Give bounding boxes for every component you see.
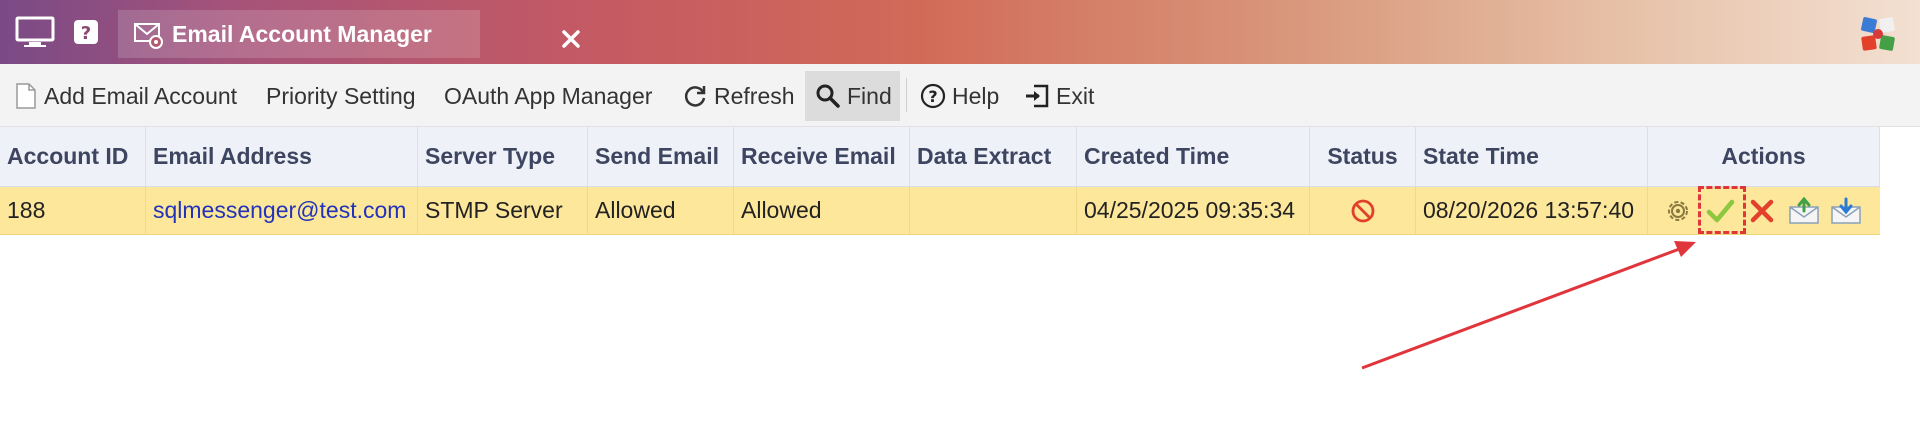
app-logo-icon <box>1858 14 1898 59</box>
cell-account-id: 188 <box>0 187 146 234</box>
grid-header: Account ID Email Address Server Type Sen… <box>0 127 1880 187</box>
annotation-highlight-box <box>1698 186 1746 234</box>
cell-server-type: STMP Server <box>418 187 588 234</box>
header-state-time[interactable]: State Time <box>1416 127 1648 186</box>
exit-icon <box>1026 84 1049 108</box>
cell-send-email: Allowed <box>588 187 734 234</box>
title-bar: ? Email Account Manager <box>0 0 1920 64</box>
cell-status <box>1310 187 1416 234</box>
search-icon <box>816 84 840 108</box>
tab-email-account-manager[interactable]: Email Account Manager <box>118 10 580 58</box>
priority-setting-label: Priority Setting <box>266 82 416 109</box>
import-icon[interactable] <box>1830 195 1862 227</box>
header-server-type[interactable]: Server Type <box>418 127 588 186</box>
cell-data-extract <box>910 187 1077 234</box>
cell-email-address[interactable]: sqlmessenger@test.com <box>146 187 418 234</box>
oauth-app-manager-label: OAuth App Manager <box>444 82 653 109</box>
add-email-account-label: Add Email Account <box>44 82 238 109</box>
find-button[interactable]: Find <box>805 71 900 121</box>
toolbar-separator <box>906 78 907 112</box>
mail-settings-icon <box>134 21 164 54</box>
cell-created-time: 04/25/2025 09:35:34 <box>1077 187 1310 234</box>
header-created-time[interactable]: Created Time <box>1077 127 1310 186</box>
export-icon[interactable] <box>1788 195 1820 227</box>
help-circle-icon: ? <box>920 83 946 109</box>
tab-title: Email Account Manager <box>172 20 432 47</box>
cell-receive-email: Allowed <box>734 187 910 234</box>
help-icon[interactable]: ? <box>72 14 100 50</box>
refresh-label: Refresh <box>714 82 795 109</box>
help-label: Help <box>952 82 1000 109</box>
header-data-extract[interactable]: Data Extract <box>910 127 1077 186</box>
exit-label: Exit <box>1056 82 1095 109</box>
toolbar: Add Email Account Priority Setting OAuth… <box>0 64 1920 127</box>
find-label: Find <box>847 82 892 109</box>
cell-state-time: 08/20/2026 13:57:40 <box>1416 187 1648 234</box>
header-email-address[interactable]: Email Address <box>146 127 418 186</box>
header-receive-email[interactable]: Receive Email <box>734 127 910 186</box>
priority-setting-button[interactable]: Priority Setting <box>266 71 416 121</box>
cell-actions <box>1648 187 1880 234</box>
settings-icon[interactable] <box>1662 195 1694 227</box>
oauth-app-manager-button[interactable]: OAuth App Manager <box>444 71 652 121</box>
refresh-button[interactable]: Refresh <box>682 71 795 121</box>
monitor-icon[interactable] <box>14 14 56 50</box>
header-status[interactable]: Status <box>1310 127 1416 186</box>
close-icon[interactable] <box>560 28 582 50</box>
add-email-account-button[interactable]: Add Email Account <box>14 71 237 121</box>
header-account-id[interactable]: Account ID <box>0 127 146 186</box>
header-send-email[interactable]: Send Email <box>588 127 734 186</box>
svg-text:?: ? <box>81 23 91 44</box>
help-button[interactable]: ? Help <box>920 71 999 121</box>
refresh-icon <box>684 86 706 107</box>
svg-text:?: ? <box>928 87 937 106</box>
disable-x-icon[interactable] <box>1746 195 1778 227</box>
disabled-icon <box>1351 199 1374 222</box>
exit-button[interactable]: Exit <box>1024 71 1094 121</box>
table-row[interactable]: 188 sqlmessenger@test.com STMP Server Al… <box>0 187 1880 235</box>
header-actions: Actions <box>1648 127 1880 186</box>
new-document-icon <box>16 83 36 109</box>
